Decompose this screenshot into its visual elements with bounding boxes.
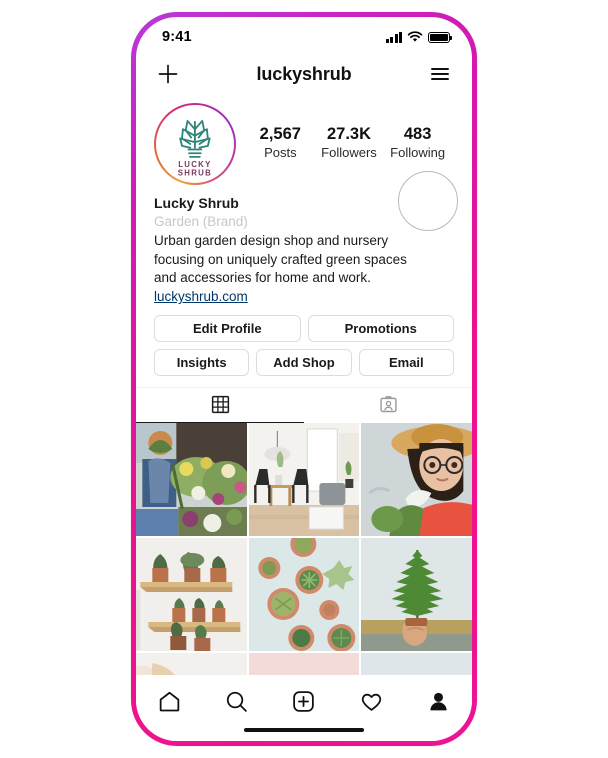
grid-post-6[interactable] xyxy=(361,537,472,651)
portrait-hat-photo xyxy=(361,422,472,536)
lucky-shrub-logo-icon: LUCKY SHRUB xyxy=(178,120,212,177)
phone-screen: 9:41 luckyshrub LUCKY SHRUB 2,567 Posts … xyxy=(136,17,472,741)
plus-icon[interactable] xyxy=(156,62,180,86)
stat-followers-label: Followers xyxy=(321,144,377,160)
cellular-signal-icon xyxy=(385,31,402,43)
fern-hand-photo xyxy=(361,537,472,651)
nav-activity[interactable] xyxy=(351,685,391,717)
action-button-row-1: Edit Profile Promotions xyxy=(136,308,472,342)
battery-icon xyxy=(428,31,453,43)
avatar-image: LUCKY SHRUB xyxy=(156,105,234,183)
stat-following-label: Following xyxy=(390,144,446,160)
profile-stats: 2,567 Posts 27.3K Followers 483 Followin… xyxy=(236,124,452,164)
tab-grid[interactable] xyxy=(136,388,304,423)
insights-button[interactable]: Insights xyxy=(154,348,250,376)
profile-tabs xyxy=(136,386,472,423)
tagged-person-card-icon xyxy=(379,396,397,413)
profile-website-link[interactable]: luckyshrub.com xyxy=(154,287,248,307)
nav-search[interactable] xyxy=(217,685,257,717)
stat-posts[interactable]: 2,567 Posts xyxy=(252,124,308,162)
status-time: 9:41 xyxy=(162,29,192,45)
status-bar: 9:41 xyxy=(136,17,472,51)
grid-post-1[interactable] xyxy=(136,422,247,536)
nav-create[interactable] xyxy=(284,685,324,717)
profile-bio: Lucky Shrub Garden (Brand) Urban garden … xyxy=(136,171,472,308)
stat-following[interactable]: 483 Following xyxy=(390,124,446,162)
stat-posts-value: 2,567 xyxy=(259,125,301,144)
status-icons xyxy=(385,31,453,43)
nav-profile[interactable] xyxy=(418,685,458,717)
nav-home[interactable] xyxy=(150,685,190,717)
empty-story-highlight[interactable] xyxy=(398,171,458,231)
page-title: luckyshrub xyxy=(256,63,352,84)
post-grid xyxy=(136,422,472,699)
shelf-plants-photo xyxy=(136,537,247,651)
phone-frame: 9:41 luckyshrub LUCKY SHRUB 2,567 Posts … xyxy=(131,12,477,746)
promotions-button[interactable]: Promotions xyxy=(307,314,454,342)
search-icon xyxy=(227,691,248,712)
stat-followers[interactable]: 27.3K Followers xyxy=(321,124,377,162)
svg-text:SHRUB: SHRUB xyxy=(178,168,212,177)
app-header: luckyshrub xyxy=(136,51,472,97)
home-icon xyxy=(159,691,180,711)
grid-post-3[interactable] xyxy=(361,422,472,536)
flower-shop-photo xyxy=(136,422,247,536)
hamburger-menu-icon[interactable] xyxy=(428,62,452,86)
screenshot-root: 9:41 luckyshrub LUCKY SHRUB 2,567 Posts … xyxy=(0,0,608,758)
person-icon xyxy=(430,692,447,710)
tab-tagged[interactable] xyxy=(304,388,472,423)
add-square-icon xyxy=(293,690,315,712)
heart-icon xyxy=(361,693,381,711)
email-button[interactable]: Email xyxy=(358,348,454,376)
stat-following-value: 483 xyxy=(403,125,432,144)
action-button-row-2: Insights Add Shop Email xyxy=(136,342,472,376)
interior-photo xyxy=(248,422,360,536)
succulents-flatlay-photo xyxy=(248,537,360,651)
wifi-icon xyxy=(407,31,423,42)
grid-post-5[interactable] xyxy=(248,537,360,651)
grid-icon xyxy=(211,395,229,414)
profile-description: Urban garden design shop and nursery foc… xyxy=(154,233,407,285)
grid-post-4[interactable] xyxy=(136,537,247,651)
home-indicator xyxy=(244,727,364,732)
add-shop-button[interactable]: Add Shop xyxy=(256,348,352,376)
grid-post-2[interactable] xyxy=(248,422,360,536)
avatar[interactable]: LUCKY SHRUB xyxy=(154,103,236,185)
edit-profile-button[interactable]: Edit Profile xyxy=(154,314,301,342)
stat-posts-label: Posts xyxy=(264,144,297,160)
stat-followers-value: 27.3K xyxy=(326,125,371,144)
